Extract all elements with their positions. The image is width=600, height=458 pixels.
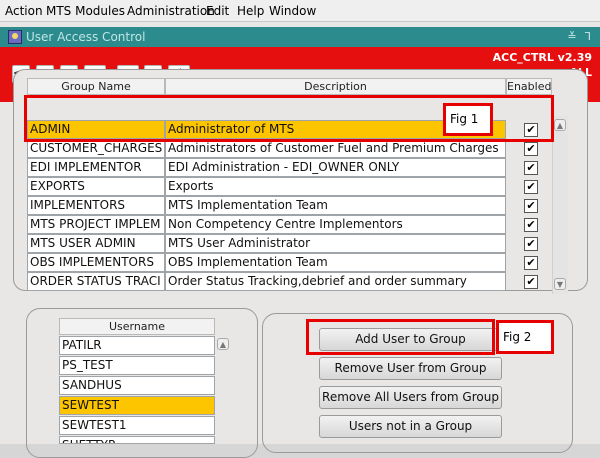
- username-cell[interactable]: SHETTYP: [59, 436, 215, 444]
- fig2-label: Fig 2: [499, 323, 551, 351]
- username-cell[interactable]: SANDHUS: [59, 376, 215, 395]
- enabled-checkbox[interactable]: ✔: [524, 199, 538, 213]
- group-name-cell[interactable]: ORDER STATUS TRACI: [27, 272, 165, 291]
- enabled-header: Enabled: [506, 78, 552, 95]
- username-cell[interactable]: PATILR: [59, 336, 215, 355]
- menu-edit[interactable]: Edit: [206, 4, 229, 18]
- enabled-checkbox[interactable]: ✔: [524, 142, 538, 156]
- restore-icon[interactable]: ⅂: [582, 30, 594, 43]
- username-cell[interactable]: PS_TEST: [59, 356, 215, 375]
- enabled-checkbox[interactable]: ✔: [524, 180, 538, 194]
- menu-administration[interactable]: Administration: [127, 4, 215, 18]
- group-description-cell[interactable]: EDI Administration - EDI_OWNER ONLY: [165, 158, 506, 177]
- group-description-cell[interactable]: Exports: [165, 177, 506, 196]
- enabled-cell: ✔: [515, 158, 552, 177]
- enabled-cell: ✔: [515, 215, 552, 234]
- enabled-cell: ✔: [515, 196, 552, 215]
- group-name-cell[interactable]: OBS IMPLEMENTORS: [27, 253, 165, 272]
- menu-help[interactable]: Help: [237, 4, 264, 18]
- window-title-bar: User Access Control ≚ ⅂: [0, 27, 600, 47]
- enabled-checkbox[interactable]: ✔: [524, 237, 538, 251]
- users-not-in-group-button[interactable]: Users not in a Group: [319, 415, 502, 438]
- group-name-cell[interactable]: MTS USER ADMIN: [27, 234, 165, 253]
- minimize-icon[interactable]: ≚: [566, 30, 578, 43]
- enabled-cell: ✔: [515, 253, 552, 272]
- username-cell[interactable]: SEWTEST1: [59, 416, 215, 435]
- group-name-cell[interactable]: EDI IMPLEMENTOR: [27, 158, 165, 177]
- enabled-checkbox[interactable]: ✔: [524, 256, 538, 270]
- enabled-cell: ✔: [515, 272, 552, 291]
- enabled-checkbox[interactable]: ✔: [524, 218, 538, 232]
- group-name-cell[interactable]: IMPLEMENTORS: [27, 196, 165, 215]
- enabled-cell: ✔: [515, 234, 552, 253]
- group-name-cell[interactable]: MTS PROJECT IMPLEM: [27, 215, 165, 234]
- menu-bar: Action MTS Modules Administration Edit H…: [0, 0, 600, 22]
- remove-all-users-from-group-button[interactable]: Remove All Users from Group: [319, 386, 502, 409]
- username-header: Username: [59, 318, 215, 335]
- group-description-cell[interactable]: Non Competency Centre Implementors: [165, 215, 506, 234]
- group-description-cell[interactable]: MTS Implementation Team: [165, 196, 506, 215]
- group-description-cell[interactable]: OBS Implementation Team: [165, 253, 506, 272]
- group-description-cell[interactable]: Order Status Tracking,debrief and order …: [165, 272, 506, 291]
- username-cell[interactable]: SEWTEST: [59, 396, 215, 415]
- menu-mts-modules[interactable]: MTS Modules: [46, 4, 125, 18]
- group-description-cell[interactable]: MTS User Administrator: [165, 234, 506, 253]
- enabled-cell: ✔: [515, 177, 552, 196]
- menu-window[interactable]: Window: [269, 4, 316, 18]
- enabled-checkbox[interactable]: ✔: [524, 161, 538, 175]
- group-name-cell[interactable]: EXPORTS: [27, 177, 165, 196]
- remove-user-from-group-button[interactable]: Remove User from Group: [319, 357, 502, 380]
- menu-action[interactable]: Action: [5, 4, 43, 18]
- fig2-highlight-box: [306, 319, 495, 355]
- form-icon: [8, 30, 22, 44]
- scroll-down-icon[interactable]: ▼: [554, 278, 566, 290]
- scroll-up-icon[interactable]: ▲: [217, 338, 229, 350]
- group-name-header: Group Name: [27, 78, 165, 95]
- group-list-scrollbar[interactable]: [552, 116, 568, 294]
- window-title: User Access Control: [26, 30, 146, 44]
- scroll-up-icon[interactable]: ▲: [554, 119, 566, 131]
- description-header: Description: [165, 78, 506, 95]
- form-version: ACC_CTRL v2.39: [492, 51, 592, 64]
- enabled-checkbox[interactable]: ✔: [524, 275, 538, 289]
- fig1-label: Fig 1: [446, 106, 490, 133]
